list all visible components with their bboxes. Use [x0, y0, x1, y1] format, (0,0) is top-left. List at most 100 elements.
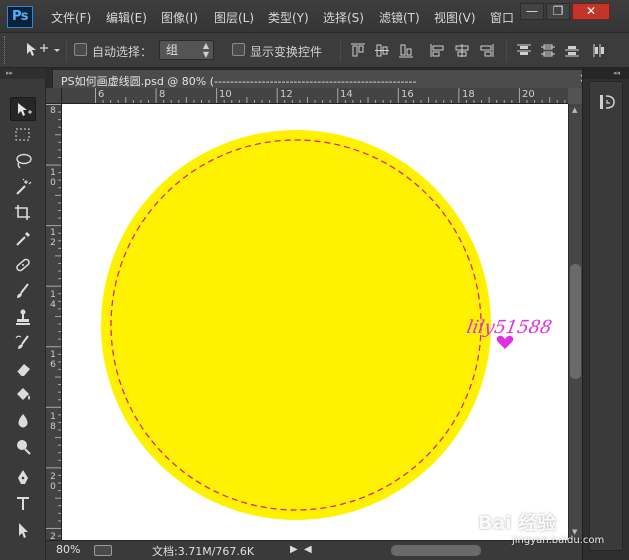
distribute-top-icon[interactable] [516, 43, 532, 58]
right-panel-dock: ◂◂ [582, 68, 629, 560]
close-button[interactable]: ✕ [572, 3, 610, 20]
dodge-tool[interactable] [10, 435, 36, 459]
restore-button[interactable]: ❐ [546, 3, 570, 20]
vertical-scrollbar[interactable]: ▲ ▼ [568, 104, 582, 540]
crop-icon [15, 205, 30, 220]
minimize-button[interactable]: — [520, 3, 544, 20]
lasso-tool[interactable] [10, 149, 36, 173]
menu-layer[interactable]: 图层(L) [214, 9, 254, 26]
menu-image[interactable]: 图像(I) [161, 9, 198, 26]
menu-window[interactable]: 窗口 [490, 9, 514, 26]
separator [506, 39, 507, 62]
paint-bucket-tool[interactable] [10, 383, 36, 407]
ruler-label: 18 [462, 89, 475, 100]
eraser-tool[interactable] [10, 357, 36, 381]
bandage-icon [16, 258, 30, 272]
ruler-label: 10 [50, 168, 56, 188]
menu-file[interactable]: 文件(F) [51, 9, 91, 26]
panel-collapse-grip[interactable]: ▸▸ [0, 68, 46, 79]
blur-tool[interactable] [10, 409, 36, 433]
photoshop-logo: Ps [7, 6, 33, 28]
vertical-ruler[interactable]: 8 10 12 14 16 18 20 22 [46, 104, 62, 540]
menu-type[interactable]: 类型(Y) [268, 9, 309, 26]
show-transform-checkbox[interactable] [232, 43, 245, 56]
magic-wand-icon [16, 178, 32, 195]
ruler-label: 14 [340, 89, 353, 100]
move-tool[interactable] [10, 97, 36, 121]
type-tool[interactable] [10, 492, 36, 516]
pen-tool[interactable] [10, 466, 36, 490]
align-top-icon[interactable] [350, 43, 366, 58]
align-horizontal-center-icon[interactable] [454, 43, 470, 58]
paint-bucket-icon [17, 388, 30, 400]
zoom-level-field[interactable]: 80% [56, 543, 80, 556]
marquee-icon [15, 128, 30, 141]
ruler-origin[interactable] [46, 88, 62, 104]
move-icon [18, 103, 32, 116]
water-drop-icon [18, 414, 28, 428]
menu-view[interactable]: 视图(V) [434, 9, 476, 26]
ruler-label: 18 [50, 412, 56, 432]
auto-select-target-dropdown[interactable]: 组 ▲ ▼ [159, 40, 214, 60]
show-transform-label: 显示变换控件 [250, 45, 323, 59]
yellow-circle-shape [101, 130, 491, 520]
path-select-icon [19, 523, 28, 538]
align-right-icon[interactable] [478, 43, 494, 58]
clone-stamp-tool[interactable] [10, 305, 36, 329]
healing-brush-tool[interactable] [10, 253, 36, 277]
stamp-icon [16, 309, 30, 325]
document-workspace[interactable]: lily51588 [62, 104, 568, 540]
align-bottom-icon[interactable] [398, 43, 414, 58]
status-menu-arrow-icon[interactable]: ▶ [290, 544, 298, 555]
eraser-icon [16, 364, 30, 377]
vertical-scroll-thumb[interactable] [570, 264, 581, 379]
marquee-tool[interactable] [10, 123, 36, 147]
horizontal-scroll-thumb[interactable] [391, 545, 481, 556]
dropdown-value: 组 [166, 43, 179, 57]
distribute-vertical-center-icon[interactable] [540, 43, 556, 58]
menu-filter[interactable]: 滤镜(T) [379, 9, 420, 26]
auto-select-label: 自动选择： [92, 45, 153, 59]
scroll-left-icon[interactable]: ◀ [304, 544, 312, 555]
align-left-icon[interactable] [430, 43, 446, 58]
status-preview-icon[interactable] [94, 545, 112, 556]
magic-wand-tool[interactable] [10, 175, 36, 199]
ruler-label: 16 [401, 89, 414, 100]
heart-icon [496, 335, 514, 349]
menu-edit[interactable]: 编辑(E) [106, 9, 147, 26]
dropdown-arrows-icon: ▲ ▼ [202, 41, 209, 59]
distribute-left-icon[interactable] [592, 43, 608, 58]
type-icon [17, 497, 29, 510]
baidu-jingyan-watermark: Bai 经验 [478, 512, 557, 534]
ruler-label: 8 [50, 106, 56, 116]
auto-select-checkbox[interactable] [74, 43, 87, 56]
dodge-icon [17, 440, 31, 455]
document-tab-bar: PS如何画虚线圆.psd @ 80% (--------------------… [46, 68, 592, 88]
brush-icon [17, 283, 29, 298]
ruler-label: 16 [50, 350, 56, 370]
separator [66, 39, 67, 62]
menu-select[interactable]: 选择(S) [323, 9, 364, 26]
ruler-label: 12 [50, 228, 56, 248]
move-tool-preset-icon[interactable] [24, 42, 60, 61]
eyedropper-tool[interactable] [10, 227, 36, 251]
horizontal-ruler[interactable]: 6 8 10 12 14 16 18 20 [62, 88, 568, 104]
ruler-label: 12 [280, 89, 293, 100]
crop-tool[interactable] [10, 201, 36, 225]
scroll-up-icon[interactable]: ▲ [572, 106, 577, 114]
document-tab[interactable]: PS如何画虚线圆.psd @ 80% (--------------------… [52, 69, 592, 88]
document-info: 文档:3.71M/767.6K [152, 545, 255, 558]
history-brush-tool[interactable] [10, 331, 36, 355]
baidu-jingyan-url: jingyan.baidu.com [512, 535, 605, 546]
brush-tool[interactable] [10, 279, 36, 303]
path-selection-tool[interactable] [10, 518, 36, 542]
document-canvas[interactable]: lily51588 [62, 104, 568, 540]
align-vertical-center-icon[interactable] [374, 43, 390, 58]
collapsed-panel-strip [589, 81, 623, 551]
history-panel-icon[interactable] [597, 92, 619, 112]
distribute-bottom-icon[interactable] [564, 43, 580, 58]
ruler-label: 8 [159, 89, 166, 100]
dock-expand-grip[interactable]: ◂◂ [583, 68, 629, 79]
status-bar: 80% 文档:3.71M/767.6K ▶ ◀ [46, 540, 582, 560]
tools-panel: ▸▸ [0, 68, 46, 560]
